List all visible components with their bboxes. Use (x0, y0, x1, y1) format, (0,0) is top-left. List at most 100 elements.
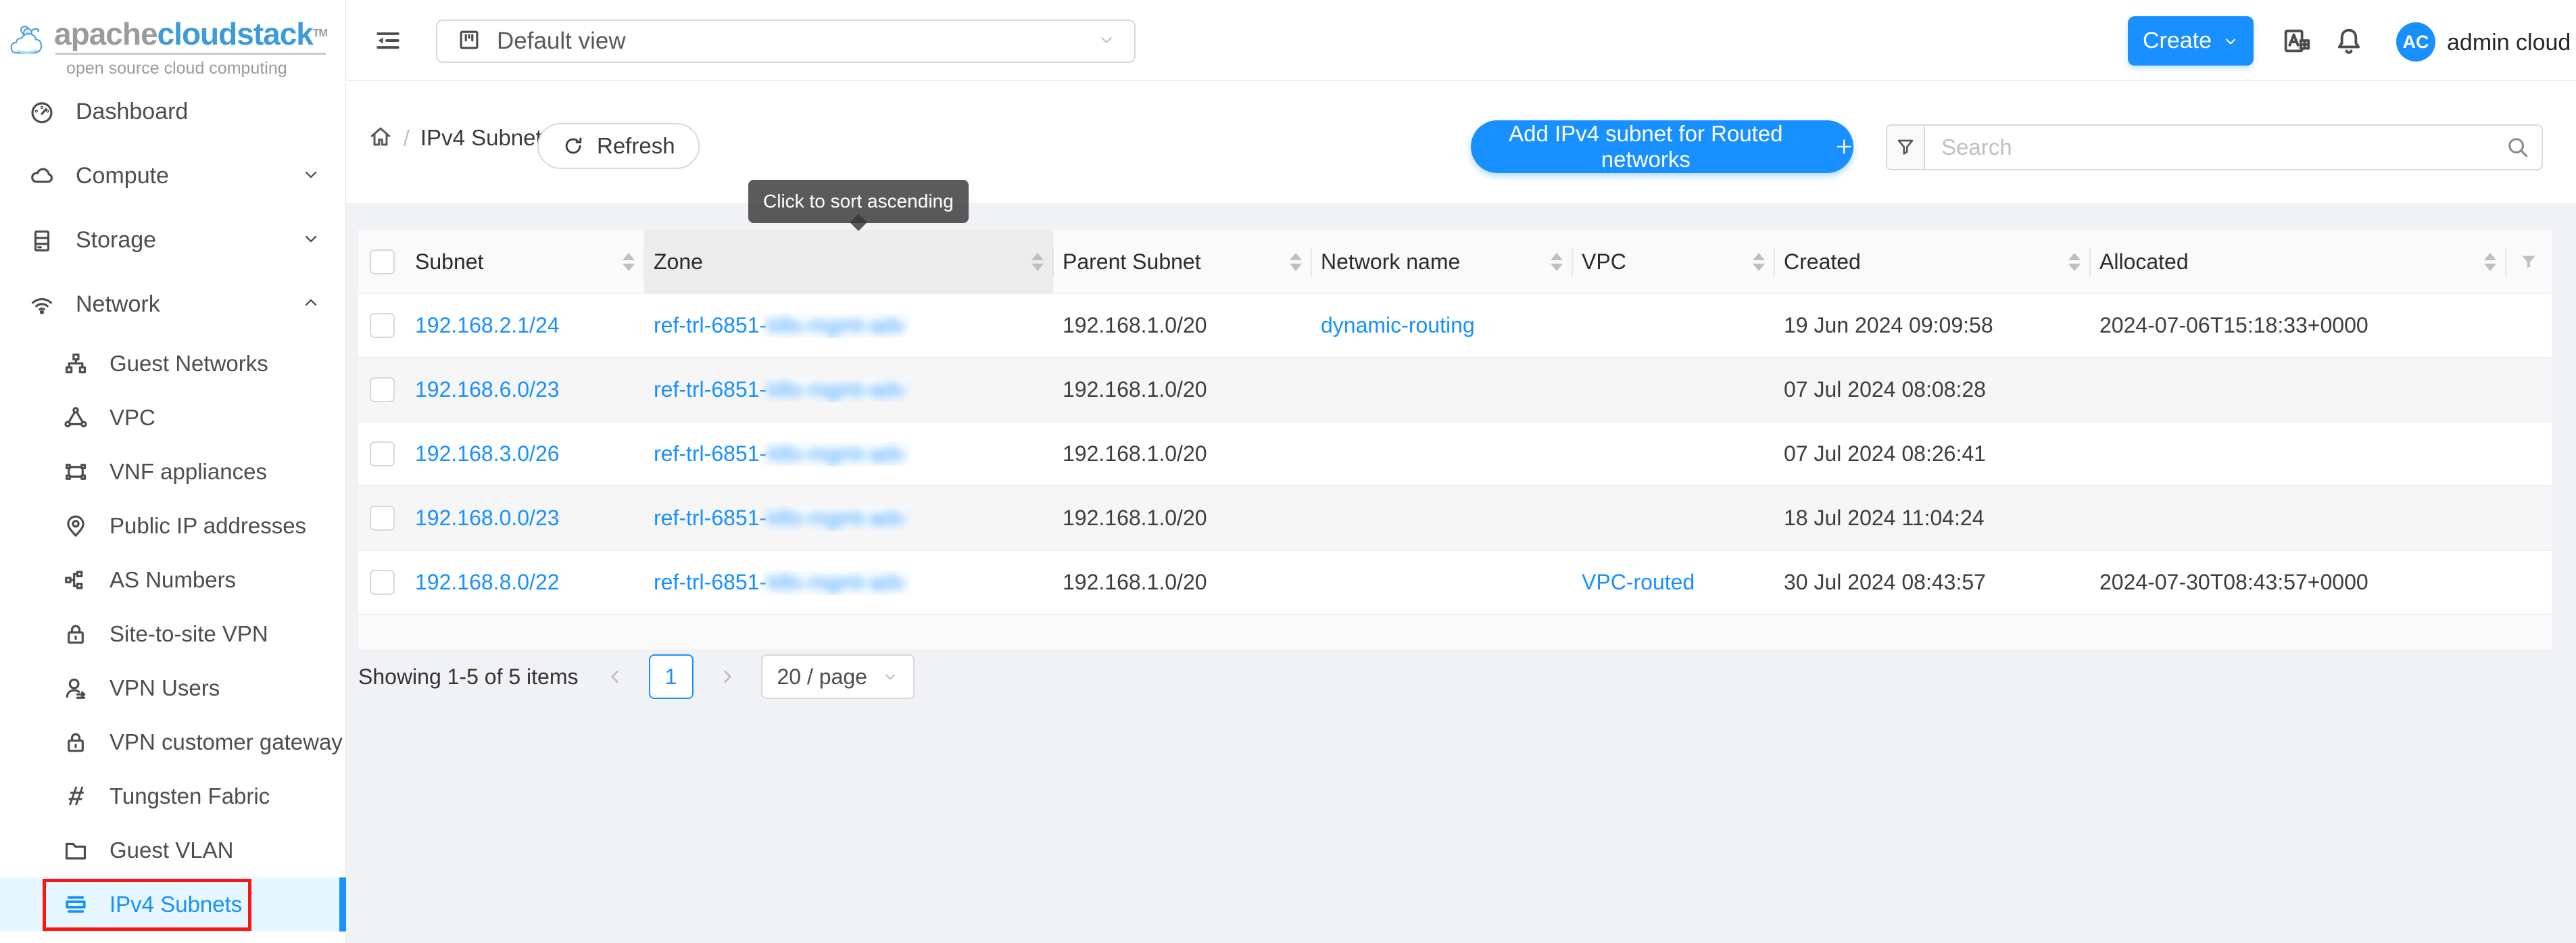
create-button[interactable]: Create (2128, 16, 2254, 66)
zone-link[interactable]: ref-trl-6851-k8s-mgmt-adv (654, 377, 906, 402)
page-number-button[interactable]: 1 (649, 654, 694, 699)
home-icon[interactable] (368, 124, 393, 152)
network-name-link[interactable]: dynamic-routing (1321, 313, 1475, 337)
view-select[interactable]: Default view (436, 20, 1136, 63)
allocated-cell: 2024-07-30T08:43:57+0000 (2090, 570, 2506, 595)
tooltip-text: Click to sort ascending (763, 191, 954, 212)
column-label: VPC (1582, 249, 1626, 274)
subnet-link[interactable]: 192.168.0.0/23 (415, 506, 560, 530)
user-name[interactable]: admin cloud (2447, 30, 2571, 56)
subnet-link[interactable]: 192.168.2.1/24 (415, 313, 560, 337)
sidebar-item-label: Tungsten Fabric (110, 783, 270, 809)
logo-text: apachecloudstackTM open source cloud com… (54, 4, 327, 84)
zone-link[interactable]: ref-trl-6851-k8s-mgmt-adv (654, 313, 906, 338)
chevron-down-icon (301, 229, 320, 251)
vpc-link[interactable]: VPC-routed (1582, 570, 1695, 594)
sidebar-item-label: VNF appliances (110, 459, 267, 485)
breadcrumb: / IPv4 Subnets (368, 116, 553, 160)
sort-tooltip: Click to sort ascending (748, 180, 969, 223)
breadcrumb-current: IPv4 Subnets (420, 125, 553, 151)
sidebar-item-compute[interactable]: Compute (0, 144, 346, 208)
pagination: Showing 1-5 of 5 items 1 20 / page (358, 654, 915, 699)
sidebar-item-vpc[interactable]: VPC (0, 391, 346, 445)
column-label: Allocated (2099, 249, 2189, 274)
sidebar-item-ipv4-subnets[interactable]: IPv4 Subnets (0, 877, 346, 932)
sort-carets-icon (1746, 253, 1765, 271)
logo-cloudstack: cloudstack (157, 16, 313, 51)
select-all-checkbox[interactable] (358, 230, 406, 294)
sort-carets-icon (1544, 253, 1563, 271)
row-checkbox[interactable] (358, 377, 406, 402)
subnet-link[interactable]: 192.168.6.0/23 (415, 377, 560, 402)
redacted-zone-text: k8s-mgmt-adv (767, 313, 906, 338)
sidebar-item-tungsten-fabric[interactable]: # Tungsten Fabric (0, 769, 346, 823)
column-header-subnet[interactable]: Subnet (406, 230, 644, 294)
subnet-link[interactable]: 192.168.8.0/22 (415, 570, 560, 594)
row-checkbox[interactable] (358, 313, 406, 338)
sort-carets-icon (1283, 253, 1302, 271)
apache-cloudstack-logo: apachecloudstackTM open source cloud com… (9, 4, 327, 84)
search-bar (1886, 124, 2543, 170)
sidebar-item-network[interactable]: Network (0, 272, 346, 337)
next-page-icon[interactable] (714, 654, 741, 699)
sidebar-item-label: VPN Users (110, 675, 220, 701)
translation-icon[interactable] (2281, 26, 2312, 57)
column-header-zone[interactable]: Zone (644, 230, 1053, 294)
sidebar-item-vpn-users[interactable]: VPN Users (0, 661, 346, 715)
column-header-created[interactable]: Created (1774, 230, 2090, 294)
sidebar-item-label: AS Numbers (110, 567, 236, 593)
sidebar-item-storage[interactable]: Storage (0, 208, 346, 272)
refresh-button-label: Refresh (597, 133, 675, 159)
zone-link[interactable]: ref-trl-6851-k8s-mgmt-adv (654, 441, 906, 466)
as-numbers-icon (62, 567, 89, 593)
column-label: Subnet (415, 249, 483, 274)
lock-icon (62, 729, 89, 755)
row-checkbox[interactable] (358, 570, 406, 595)
search-icon[interactable] (2494, 126, 2542, 169)
vpc-icon (62, 405, 89, 431)
column-header-vpc[interactable]: VPC (1572, 230, 1774, 294)
row-checkbox[interactable] (358, 506, 406, 531)
zone-link[interactable]: ref-trl-6851-k8s-mgmt-adv (654, 506, 906, 531)
table-row[interactable]: 192.168.2.1/24 ref-trl-6851-k8s-mgmt-adv… (358, 294, 2552, 358)
table-row[interactable]: 192.168.8.0/22 ref-trl-6851-k8s-mgmt-adv… (358, 551, 2552, 615)
parent-subnet-cell: 192.168.1.0/20 (1053, 570, 1311, 595)
notification-bell-icon[interactable] (2333, 26, 2364, 57)
guest-networks-icon (62, 351, 89, 377)
breadcrumb-separator: / (404, 126, 410, 151)
previous-page-icon[interactable] (602, 654, 629, 699)
table-row[interactable]: 192.168.6.0/23 ref-trl-6851-k8s-mgmt-adv… (358, 358, 2552, 422)
refresh-button[interactable]: Refresh (537, 123, 700, 169)
zone-link[interactable]: ref-trl-6851-k8s-mgmt-adv (654, 570, 906, 595)
column-header-allocated[interactable]: Allocated (2090, 230, 2506, 294)
sidebar-item-label: Public IP addresses (110, 513, 306, 539)
sidebar-collapse-button[interactable] (370, 23, 406, 58)
user-avatar[interactable]: AC (2396, 22, 2435, 62)
column-header-network-name[interactable]: Network name (1311, 230, 1572, 294)
public-ip-icon (62, 513, 89, 539)
column-label: Parent Subnet (1063, 249, 1201, 274)
column-filter-icon[interactable] (2506, 230, 2552, 294)
table-row[interactable]: 192.168.3.0/26 ref-trl-6851-k8s-mgmt-adv… (358, 422, 2552, 487)
sidebar-item-vnf-appliances[interactable]: VNF appliances (0, 445, 346, 499)
add-ipv4-subnet-button[interactable]: Add IPv4 subnet for Routed networks (1471, 120, 1853, 173)
row-checkbox[interactable] (358, 441, 406, 466)
page-size-select[interactable]: 20 / page (761, 654, 915, 699)
table-row[interactable]: 192.168.0.0/23 ref-trl-6851-k8s-mgmt-adv… (358, 487, 2552, 551)
cloudstack-app: apachecloudstackTM open source cloud com… (0, 0, 2576, 943)
sidebar-item-label: Storage (76, 227, 156, 253)
sort-carets-icon (2477, 253, 2496, 271)
sidebar-item-site-to-site-vpn[interactable]: Site-to-site VPN (0, 607, 346, 661)
sidebar-menu: Dashboard Compute Storage (0, 80, 346, 932)
search-input[interactable] (1925, 126, 2494, 169)
sidebar-item-public-ip-addresses[interactable]: Public IP addresses (0, 499, 346, 553)
sidebar-item-guest-networks[interactable]: Guest Networks (0, 337, 346, 391)
sidebar-item-label: IPv4 Subnets (110, 892, 242, 917)
sidebar-item-guest-vlan[interactable]: Guest VLAN (0, 823, 346, 877)
column-header-parent-subnet[interactable]: Parent Subnet (1053, 230, 1311, 294)
sidebar-item-dashboard[interactable]: Dashboard (0, 80, 346, 144)
subnet-link[interactable]: 192.168.3.0/26 (415, 441, 560, 466)
sidebar-item-vpn-customer-gateway[interactable]: VPN customer gateway (0, 715, 346, 769)
sidebar-item-as-numbers[interactable]: AS Numbers (0, 553, 346, 607)
search-filter-funnel-icon[interactable] (1887, 126, 1925, 169)
